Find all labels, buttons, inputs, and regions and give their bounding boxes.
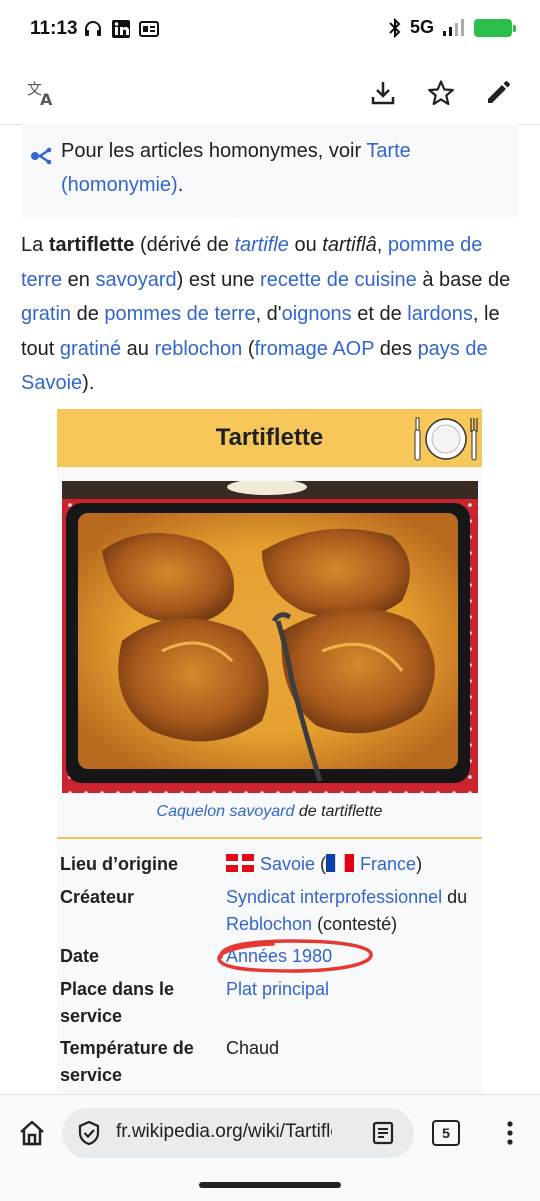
row-value: Savoie ( France) [226, 851, 484, 878]
notification-icons [83, 19, 159, 39]
plate-cutlery-icon [413, 414, 479, 471]
network-type: 5G [409, 17, 434, 37]
more-menu-icon[interactable] [496, 1117, 524, 1149]
france-flag-icon [326, 854, 355, 872]
status-right: 5G [388, 17, 516, 38]
row-value: Années 1980 [226, 943, 484, 970]
svg-text:A: A [40, 90, 53, 107]
article-toolbar: 文A [0, 62, 540, 125]
hatnote-period: . [177, 174, 184, 196]
row-label: Date [60, 946, 100, 966]
intro-text: ou [288, 234, 323, 256]
link-syndicat-interprofessionnel[interactable]: Syndicat interprofessionnel [226, 887, 442, 907]
row-value-text: du [442, 887, 468, 907]
caption-text: de tartiflette [294, 803, 383, 820]
intro-text: , [376, 234, 388, 256]
link-savoie[interactable]: Savoie [260, 854, 315, 874]
link-oignons[interactable]: oignons [282, 303, 352, 325]
edit-pencil-icon[interactable] [483, 78, 513, 108]
home-icon[interactable] [16, 1117, 48, 1149]
intro-bold-term: tartiflette [48, 234, 135, 256]
gesture-navigation-bar[interactable] [199, 1182, 341, 1188]
link-france[interactable]: France [360, 854, 416, 874]
row-label: Température de service [60, 1038, 194, 1085]
link-fromage-aop[interactable]: fromage AOP [255, 338, 375, 360]
battery-icon [474, 18, 516, 37]
intro-text: et de [351, 303, 408, 325]
link-annees-1980[interactable]: Années 1980 [226, 946, 332, 966]
signal-icon [443, 18, 464, 36]
infobox-header: Tartiflette [57, 409, 482, 467]
image-caption: Caquelon savoyard de tartiflette [57, 803, 482, 821]
translate-icon[interactable]: 文A [27, 78, 57, 108]
linkedin-icon [112, 20, 130, 38]
link-savoyard[interactable]: savoyard [95, 269, 176, 291]
link-recette-de-cuisine[interactable]: recette de cuisine [260, 269, 417, 291]
intro-text: (dérivé de [134, 234, 235, 256]
intro-text: en [62, 268, 96, 291]
intro-text: ( [242, 337, 255, 360]
link-tartifle[interactable]: tartifle [234, 234, 288, 256]
row-label: Créateur [60, 887, 135, 907]
disambiguation-icon [29, 142, 53, 176]
row-value: Chaud [226, 1038, 280, 1058]
intro-text: de [71, 303, 105, 325]
row-label: Lieu d’origine [60, 854, 179, 874]
row-value-text: ( [315, 854, 327, 874]
reader-mode-icon[interactable] [370, 1120, 396, 1146]
tab-count: 5 [432, 1120, 460, 1146]
intro-text: La [21, 234, 49, 256]
address-bar[interactable]: fr.wikipedia.org/wiki/Tartifle [62, 1108, 414, 1158]
intro-text: ) est une [176, 268, 261, 291]
caption-link-caquelon[interactable]: Caquelon savoyard [157, 803, 295, 820]
bluetooth-icon [389, 17, 401, 38]
shield-check-icon[interactable] [76, 1120, 102, 1146]
intro-text: au [121, 337, 155, 360]
link-pommes-de-terre[interactable]: pommes de terre [104, 303, 255, 325]
link-lardons[interactable]: lardons [407, 303, 473, 325]
download-icon[interactable] [368, 78, 398, 108]
disambiguation-hatnote: Pour les articles homonymes, voir Tarte … [21, 124, 518, 218]
tartiflette-photo[interactable] [62, 481, 478, 793]
link-gratine[interactable]: gratiné [60, 338, 121, 360]
link-reblochon-creator[interactable]: Reblochon [226, 914, 312, 934]
tab-switcher-button[interactable]: 5 [431, 1119, 461, 1147]
status-bar: 11:13 5G [0, 0, 540, 62]
intro-italic-term: tartiflâ [322, 234, 377, 256]
intro-text: des [374, 337, 418, 360]
status-time: 11:13 [30, 18, 78, 39]
intro-text: à base de [416, 268, 511, 291]
infobox-separator [57, 837, 482, 839]
row-value: Syndicat interprofessionnel du Reblochon… [226, 884, 484, 938]
link-plat-principal[interactable]: Plat principal [226, 979, 329, 999]
intro-text: ). [82, 372, 95, 394]
infobox-title: Tartiflette [215, 424, 324, 451]
row-value-text: (contesté) [312, 914, 398, 934]
url-text[interactable]: fr.wikipedia.org/wiki/Tartifle [116, 1121, 332, 1143]
hatnote-text: Pour les articles homonymes, voir [61, 140, 367, 162]
link-reblochon[interactable]: reblochon [154, 338, 242, 360]
headphones-icon [85, 21, 101, 36]
intro-paragraph: La tartiflette (dérivé de tartifle ou ta… [21, 228, 521, 401]
row-label: Place dans le service [60, 979, 175, 1026]
news-icon [139, 21, 159, 37]
intro-text: , d' [255, 303, 282, 325]
savoie-flag-icon [226, 854, 254, 872]
infobox: Tartiflette Caquelon savoyard de tartifl… [57, 409, 482, 1099]
row-value-text: ) [416, 854, 423, 874]
row-value: Plat principal [226, 976, 484, 1003]
star-icon[interactable] [426, 78, 456, 108]
link-gratin[interactable]: gratin [21, 303, 71, 325]
